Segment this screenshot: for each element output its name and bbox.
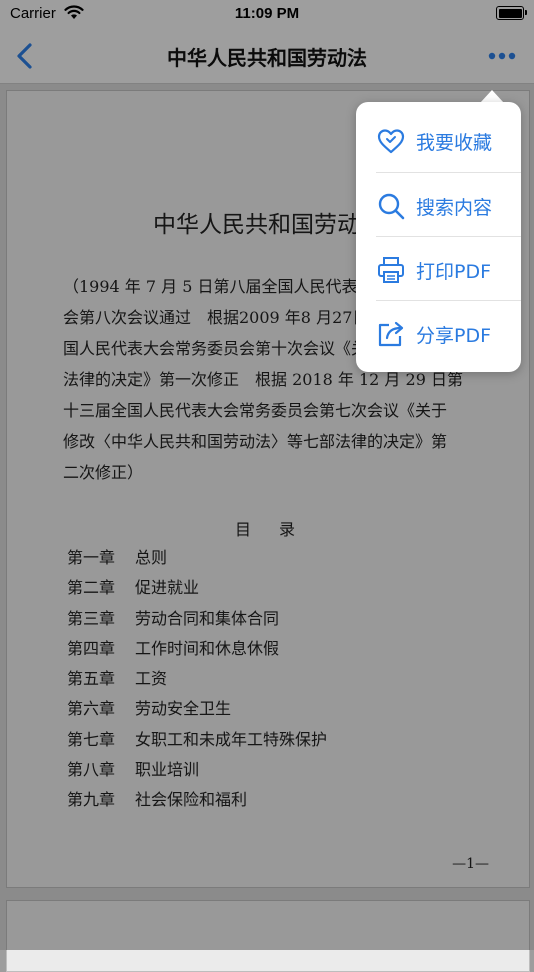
- toc-entry: 第二章 促进就业: [67, 573, 327, 603]
- share-icon: [378, 321, 404, 347]
- toc-title: 社会保险和福利: [135, 790, 248, 810]
- toc-chapter: 第八章: [67, 760, 116, 780]
- menu-item-label: 打印PDF: [416, 261, 492, 283]
- menu-item-favorite[interactable]: 我要收藏: [356, 108, 521, 172]
- toc-title: 工资: [135, 669, 168, 689]
- menu-item-label: 分享PDF: [416, 325, 492, 347]
- toc-entry: 第七章 女职工和未成年工特殊保护: [67, 725, 327, 755]
- preamble-line: 修改〈中华人民共和国劳动法〉等七部法律的决定》第: [63, 432, 448, 451]
- navigation-bar: 中华人民共和国劳动法: [0, 28, 534, 84]
- toc-entry: 第三章 劳动合同和集体合同: [67, 604, 327, 634]
- menu-item-search[interactable]: 搜索内容: [356, 173, 521, 237]
- toc-entry: 第九章 社会保险和福利: [67, 785, 327, 815]
- toc-chapter: 第五章: [67, 669, 116, 689]
- heart-icon: [377, 129, 405, 154]
- toc-entry: 第五章 工资: [67, 664, 327, 694]
- menu-item-label: 我要收藏: [416, 132, 493, 154]
- more-options-menu: 我要收藏 搜索内容 打印PDF 分享PDF: [356, 102, 521, 372]
- toc-chapter: 第七章: [67, 729, 116, 749]
- preamble-line: 二次修正）: [63, 463, 144, 482]
- toc-title: 劳动合同和集体合同: [135, 608, 280, 628]
- toc-title: 职业培训: [135, 760, 200, 780]
- printer-icon: [378, 257, 404, 283]
- toc-entry: 第八章 职业培训: [67, 755, 327, 785]
- toc-entry: 第四章 工作时间和休息休假: [67, 634, 327, 664]
- battery-icon: [496, 6, 527, 20]
- toc-chapter: 第一章: [67, 548, 116, 567]
- status-time: 11:09 PM: [234, 5, 300, 22]
- pdf-page-next: [6, 900, 530, 972]
- toc-title: 总则: [135, 548, 168, 567]
- preamble-line: 十三届全国人民代表大会常务委员会第七次会议《关于: [63, 401, 448, 420]
- menu-item-share[interactable]: 分享PDF: [356, 301, 521, 365]
- ellipsis-icon: [488, 52, 516, 60]
- toc-title: 工作时间和休息休假: [135, 638, 280, 658]
- more-options-button[interactable]: [486, 42, 518, 70]
- toc-chapter: 第六章: [67, 699, 116, 719]
- toc-chapter: 第二章: [67, 578, 116, 598]
- toc-heading: 目 录: [234, 520, 301, 539]
- toc-entry: 第六章 劳动安全卫生: [67, 694, 327, 724]
- toc-title: 劳动安全卫生: [135, 699, 232, 719]
- search-icon: [378, 193, 405, 220]
- table-of-contents: 第一章 总则 第二章 促进就业 第三章 劳动合同和集体合同 第四章 工作时间和休息休假 …: [67, 543, 327, 816]
- toc-chapter: 第九章: [67, 790, 116, 810]
- toc-chapter: 第四章: [67, 638, 116, 658]
- toc-chapter: 第三章: [67, 608, 116, 628]
- menu-item-print[interactable]: 打印PDF: [356, 237, 521, 301]
- menu-item-label: 搜索内容: [416, 197, 493, 219]
- status-bar: Carrier 11:09 PM: [0, 0, 534, 28]
- toc-title: 促进就业: [135, 578, 200, 598]
- toc-entry: 第一章 总则: [67, 543, 327, 573]
- page-number: —1—: [452, 856, 489, 872]
- toc-title: 女职工和未成年工特殊保护: [135, 729, 328, 749]
- page-title: 中华人民共和国劳动法: [167, 46, 367, 70]
